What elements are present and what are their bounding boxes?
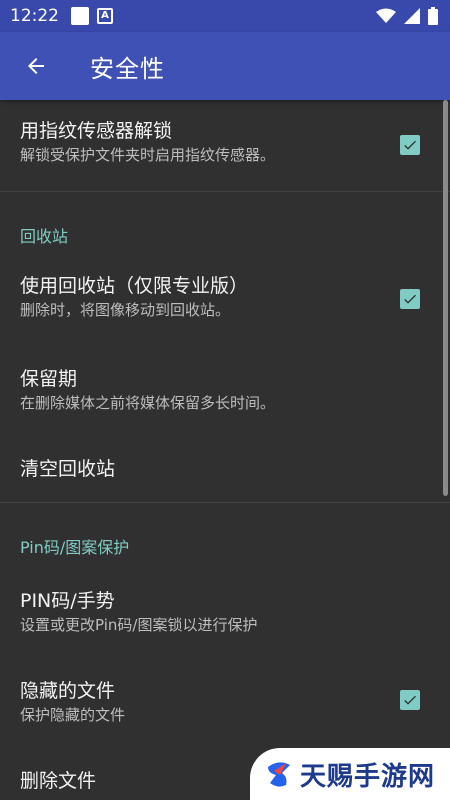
page-title: 安全性 <box>90 54 165 83</box>
pin-gesture-setting[interactable]: PIN码/手势 设置或更改Pin码/图案锁以进行保护 <box>0 588 450 636</box>
checkmark-icon <box>404 294 416 304</box>
battery-icon <box>428 7 438 25</box>
watermark-text: 天赐手游网 <box>300 761 436 792</box>
hidden-files-checkbox[interactable] <box>400 690 420 710</box>
settings-list[interactable]: 用指纹传感器解锁 解锁受保护文件夹时启用指纹传感器。 回收站 使用回收站（仅限专… <box>0 100 450 800</box>
divider <box>0 191 450 192</box>
empty-recycle-bin-setting[interactable]: 清空回收站 <box>0 456 450 482</box>
pin-subtitle: 设置或更改Pin码/图案锁以进行保护 <box>20 616 258 634</box>
hidden-files-setting[interactable]: 隐藏的文件 保护隐藏的文件 <box>0 678 450 726</box>
retention-period-setting[interactable]: 保留期 在删除媒体之前将媒体保留多长时间。 <box>0 366 450 414</box>
fingerprint-unlock-setting[interactable]: 用指纹传感器解锁 解锁受保护文件夹时启用指纹传感器。 <box>0 118 450 166</box>
back-button[interactable] <box>0 32 72 100</box>
site-watermark: 天赐手游网 <box>250 748 450 800</box>
watermark-logo-icon <box>268 762 290 787</box>
hidden-files-subtitle: 保护隐藏的文件 <box>20 706 126 724</box>
status-bar: 12:22 A <box>0 0 450 32</box>
fingerprint-checkbox[interactable] <box>400 135 420 155</box>
use-recycle-bin-setting[interactable]: 使用回收站（仅限专业版） 删除时，将图像移动到回收站。 <box>0 273 450 321</box>
hidden-files-title: 隐藏的文件 <box>20 680 116 702</box>
use-recycle-title: 使用回收站（仅限专业版） <box>20 275 249 297</box>
retention-title: 保留期 <box>20 368 78 390</box>
pin-section-header: Pin码/图案保护 <box>20 538 130 557</box>
recycle-bin-section-header: 回收站 <box>20 227 69 246</box>
fingerprint-title: 用指纹传感器解锁 <box>20 120 173 142</box>
empty-recycle-title: 清空回收站 <box>20 458 116 480</box>
use-recycle-checkbox[interactable] <box>400 289 420 309</box>
retention-subtitle: 在删除媒体之前将媒体保留多长时间。 <box>20 394 276 412</box>
use-recycle-subtitle: 删除时，将图像移动到回收站。 <box>20 301 231 319</box>
app-bar: 安全性 <box>0 32 450 100</box>
a-notification-icon: A <box>97 8 113 24</box>
cell-signal-icon <box>404 8 420 24</box>
checkmark-icon <box>404 140 416 150</box>
square-notification-icon <box>71 7 89 25</box>
wifi-icon <box>376 8 396 23</box>
status-time: 12:22 <box>10 6 59 26</box>
pin-title: PIN码/手势 <box>20 590 115 612</box>
arrow-left-icon <box>28 58 44 74</box>
divider <box>0 502 450 503</box>
scrollbar[interactable] <box>443 100 448 496</box>
fingerprint-subtitle: 解锁受保护文件夹时启用指纹传感器。 <box>20 146 276 164</box>
checkmark-icon <box>404 695 416 705</box>
